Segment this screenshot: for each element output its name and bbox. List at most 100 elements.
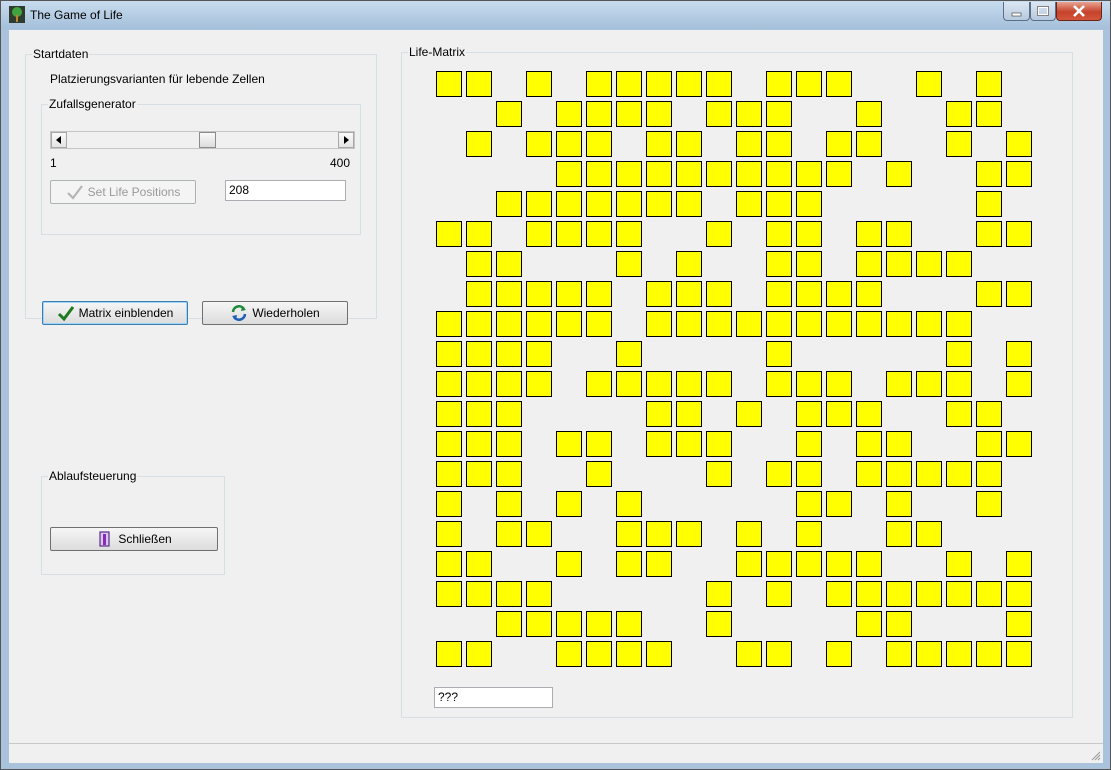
life-cell[interactable] bbox=[436, 581, 462, 607]
life-cell[interactable] bbox=[616, 491, 642, 517]
life-cell[interactable] bbox=[856, 401, 882, 427]
life-cell[interactable] bbox=[586, 131, 612, 157]
minimize-button[interactable] bbox=[1003, 2, 1030, 21]
set-life-positions-button[interactable]: Set Life Positions bbox=[50, 180, 196, 204]
life-cell[interactable] bbox=[526, 311, 552, 337]
life-cell[interactable] bbox=[466, 431, 492, 457]
life-cell[interactable] bbox=[646, 401, 672, 427]
life-cell[interactable] bbox=[706, 581, 732, 607]
life-cell[interactable] bbox=[466, 221, 492, 247]
life-cell[interactable] bbox=[466, 131, 492, 157]
life-cell[interactable] bbox=[826, 641, 852, 667]
life-cell[interactable] bbox=[676, 521, 702, 547]
life-cell[interactable] bbox=[976, 161, 1002, 187]
life-cell[interactable] bbox=[916, 581, 942, 607]
life-cell[interactable] bbox=[436, 491, 462, 517]
life-cell[interactable] bbox=[766, 461, 792, 487]
life-cell[interactable] bbox=[496, 371, 522, 397]
life-cell[interactable] bbox=[556, 191, 582, 217]
life-cell[interactable] bbox=[616, 221, 642, 247]
life-cell[interactable] bbox=[436, 221, 462, 247]
slider-left-arrow[interactable] bbox=[51, 132, 67, 148]
life-cell[interactable] bbox=[676, 371, 702, 397]
life-cell[interactable] bbox=[1006, 551, 1032, 577]
life-cell[interactable] bbox=[436, 401, 462, 427]
life-cell[interactable] bbox=[706, 281, 732, 307]
life-cell[interactable] bbox=[976, 101, 1002, 127]
life-cell[interactable] bbox=[856, 101, 882, 127]
life-cell[interactable] bbox=[586, 461, 612, 487]
life-cell[interactable] bbox=[766, 311, 792, 337]
life-cell[interactable] bbox=[976, 581, 1002, 607]
life-cell[interactable] bbox=[556, 641, 582, 667]
life-cell[interactable] bbox=[586, 611, 612, 637]
life-cell[interactable] bbox=[856, 311, 882, 337]
life-cell[interactable] bbox=[646, 191, 672, 217]
life-cell[interactable] bbox=[556, 161, 582, 187]
life-cell[interactable] bbox=[466, 551, 492, 577]
life-cell[interactable] bbox=[736, 101, 762, 127]
life-cell[interactable] bbox=[796, 161, 822, 187]
life-cell[interactable] bbox=[496, 281, 522, 307]
life-cell[interactable] bbox=[856, 461, 882, 487]
life-cell[interactable] bbox=[616, 71, 642, 97]
life-cell[interactable] bbox=[586, 191, 612, 217]
life-cell[interactable] bbox=[616, 161, 642, 187]
life-cell[interactable] bbox=[796, 521, 822, 547]
life-cell[interactable] bbox=[976, 431, 1002, 457]
life-cell[interactable] bbox=[946, 641, 972, 667]
life-cell[interactable] bbox=[886, 221, 912, 247]
life-cell[interactable] bbox=[796, 191, 822, 217]
life-cell[interactable] bbox=[436, 431, 462, 457]
life-cell[interactable] bbox=[676, 311, 702, 337]
life-cell[interactable] bbox=[976, 281, 1002, 307]
life-cell[interactable] bbox=[526, 611, 552, 637]
life-cell[interactable] bbox=[586, 641, 612, 667]
life-cell[interactable] bbox=[556, 551, 582, 577]
life-cell[interactable] bbox=[676, 71, 702, 97]
life-cell[interactable] bbox=[526, 341, 552, 367]
life-cell[interactable] bbox=[466, 581, 492, 607]
life-cell[interactable] bbox=[556, 281, 582, 307]
life-cell[interactable] bbox=[526, 221, 552, 247]
life-cell[interactable] bbox=[976, 221, 1002, 247]
life-cell[interactable] bbox=[466, 371, 492, 397]
life-cell[interactable] bbox=[976, 461, 1002, 487]
life-cell[interactable] bbox=[916, 71, 942, 97]
life-cell[interactable] bbox=[856, 221, 882, 247]
life-cell[interactable] bbox=[886, 371, 912, 397]
life-cell[interactable] bbox=[646, 431, 672, 457]
wiederholen-button[interactable]: Wiederholen bbox=[202, 301, 348, 325]
life-cell[interactable] bbox=[586, 371, 612, 397]
life-cell[interactable] bbox=[886, 161, 912, 187]
life-cell[interactable] bbox=[826, 551, 852, 577]
life-cell[interactable] bbox=[766, 161, 792, 187]
life-cell[interactable] bbox=[586, 71, 612, 97]
life-cell[interactable] bbox=[676, 431, 702, 457]
life-cell[interactable] bbox=[496, 491, 522, 517]
life-cell[interactable] bbox=[946, 131, 972, 157]
life-cell[interactable] bbox=[736, 641, 762, 667]
life-cell[interactable] bbox=[916, 311, 942, 337]
life-cell[interactable] bbox=[766, 581, 792, 607]
life-grid[interactable] bbox=[436, 71, 1036, 671]
life-cell[interactable] bbox=[646, 641, 672, 667]
life-cell[interactable] bbox=[526, 581, 552, 607]
life-cell[interactable] bbox=[466, 641, 492, 667]
life-cell[interactable] bbox=[916, 521, 942, 547]
life-cell[interactable] bbox=[616, 641, 642, 667]
life-cell[interactable] bbox=[886, 491, 912, 517]
life-cell[interactable] bbox=[496, 191, 522, 217]
life-cell[interactable] bbox=[496, 401, 522, 427]
life-cell[interactable] bbox=[646, 281, 672, 307]
life-cell[interactable] bbox=[616, 341, 642, 367]
life-cell[interactable] bbox=[916, 371, 942, 397]
life-cell[interactable] bbox=[556, 131, 582, 157]
life-cell[interactable] bbox=[736, 401, 762, 427]
life-cell[interactable] bbox=[766, 131, 792, 157]
life-cell[interactable] bbox=[1006, 341, 1032, 367]
life-cell[interactable] bbox=[766, 101, 792, 127]
life-cell[interactable] bbox=[946, 581, 972, 607]
life-cell[interactable] bbox=[496, 251, 522, 277]
life-cell[interactable] bbox=[766, 281, 792, 307]
